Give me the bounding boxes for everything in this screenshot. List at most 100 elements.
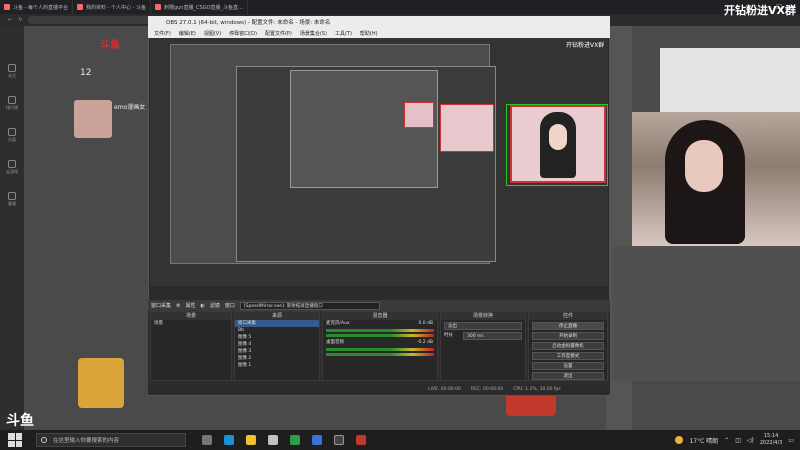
obs-menu-bar: 文件(F) 编辑(E) 视图(V) 停靠窗口(D) 配置文件(P) 场景集合(S… xyxy=(148,28,610,38)
streamer-name[interactable]: emo漫画女 xyxy=(114,102,145,111)
menu-docks[interactable]: 停靠窗口(D) xyxy=(229,30,257,37)
transition-type-select[interactable]: 淡出 xyxy=(444,322,522,330)
selected-source-label: 窗口采集 xyxy=(151,303,172,309)
app-icon[interactable] xyxy=(268,435,278,445)
source-toolbar: 窗口采集 ⚙ 属性 ◐ 滤镜 窗口 [SpeedMirror.exe]: 影射拓… xyxy=(148,300,610,311)
gear-icon[interactable]: ⚙ xyxy=(176,303,180,309)
rec-timer: REC: 00:00:00 xyxy=(470,386,504,392)
source-item[interactable]: 图像 1 xyxy=(235,362,319,369)
folder-icon[interactable] xyxy=(246,435,256,445)
filters-button[interactable]: 滤镜 xyxy=(210,302,220,309)
weather-sun-icon xyxy=(675,436,684,444)
source-item[interactable]: 图像 2 xyxy=(235,355,319,362)
clock-date: 2022/4/3 xyxy=(759,440,783,446)
heart-icon xyxy=(8,64,16,72)
obs-icon[interactable] xyxy=(334,435,344,445)
grid-icon xyxy=(8,128,16,136)
scene-item[interactable]: 场景 xyxy=(151,320,231,327)
rail-item-rank[interactable]: 排行榜 xyxy=(4,96,20,111)
douyu-favicon-icon xyxy=(154,4,161,10)
preview-status xyxy=(150,286,608,295)
volume-meter xyxy=(326,348,434,351)
cpu-fps: CPU: 1.2%, 30.00 fps xyxy=(513,386,561,392)
edge-icon[interactable] xyxy=(224,435,234,445)
left-rail: 关注 排行榜 分类 云游戏 客服 xyxy=(0,26,24,430)
obs-docks: 场景 场景 来源 窗口采集 Bb 图像 5 图像 4 图像 3 图像 2 图像 … xyxy=(148,311,610,385)
chat-panel xyxy=(612,246,800,381)
system-tray: 17°C 晴朗 ⌃ ◫ ◁) 15:14 2022/4/3 ▭ xyxy=(675,430,794,450)
menu-file[interactable]: 文件(F) xyxy=(154,30,171,37)
obs-title-bar: OBS 27.0.1 (64-bit, windows) - 配置文件: 未命名… xyxy=(148,16,610,28)
refresh-icon[interactable]: ↻ xyxy=(18,17,22,23)
mixer-header: 混音器 xyxy=(323,312,437,320)
browser-tab[interactable]: 斗鱼 - 每个人的直播平台 xyxy=(0,0,73,14)
exit-button[interactable]: 退出 xyxy=(532,372,604,380)
volume-meter xyxy=(326,329,434,332)
streamer-avatar[interactable] xyxy=(74,100,112,138)
app-icon[interactable] xyxy=(312,435,322,445)
filter-icon[interactable]: ◐ xyxy=(201,303,205,309)
menu-scene-collection[interactable]: 场景集合(S) xyxy=(300,30,327,37)
douyu-watermark-logo: 斗鱼 xyxy=(6,413,34,429)
taskbar-search[interactable]: 在这里输入你要搜索的内容 xyxy=(36,433,186,447)
controls-dock: 控件 停止直播 开始录制 启动虚拟摄像机 工作室模式 设置 退出 xyxy=(528,311,608,381)
webcam-face xyxy=(685,140,723,192)
douyu-favicon-icon xyxy=(4,4,10,10)
studio-mode-button[interactable]: 工作室模式 xyxy=(532,352,604,360)
volume-meter xyxy=(326,334,434,337)
browser-tab[interactable]: 我的资料 - 个人中心 - 斗鱼 xyxy=(73,0,151,14)
window-label: 窗口 xyxy=(224,303,235,309)
source-item[interactable]: 图像 3 xyxy=(235,348,319,355)
volume-icon[interactable]: ◁) xyxy=(747,437,754,444)
follow-count: 12 xyxy=(80,68,92,78)
menu-edit[interactable]: 编辑(E) xyxy=(179,30,196,37)
sources-dock: 来源 窗口采集 Bb 图像 5 图像 4 图像 3 图像 2 图像 1 xyxy=(234,311,320,381)
search-placeholder: 在这里输入你要搜索的内容 xyxy=(53,438,120,444)
menu-view[interactable]: 视图(V) xyxy=(204,30,221,37)
source-item[interactable]: 图像 5 xyxy=(235,334,319,341)
rail-item-follow[interactable]: 关注 xyxy=(4,64,20,79)
notification-icon[interactable]: ▭ xyxy=(788,437,794,444)
weather-text[interactable]: 17°C 晴朗 xyxy=(689,436,718,445)
rail-item-category[interactable]: 分类 xyxy=(4,128,20,143)
network-icon[interactable]: ◫ xyxy=(735,437,741,444)
chevron-up-icon[interactable]: ⌃ xyxy=(724,437,729,444)
clock-time: 15:14 xyxy=(763,433,779,439)
controls-header: 控件 xyxy=(529,312,607,320)
obs-status-bar: LIVE: 00:00:00 REC: 00:00:00 CPU: 1.2%, … xyxy=(148,384,610,394)
menu-help[interactable]: 帮助(H) xyxy=(360,30,378,37)
windows-start-icon[interactable] xyxy=(8,433,22,447)
menu-tools[interactable]: 工具(T) xyxy=(335,30,352,37)
rail-item-service[interactable]: 客服 xyxy=(4,192,20,207)
duration-input[interactable]: 300 ms xyxy=(463,332,522,340)
app-icon[interactable] xyxy=(290,435,300,445)
promo-badge[interactable] xyxy=(78,358,124,408)
task-view-icon[interactable] xyxy=(202,435,212,445)
rail-item-cloud-game[interactable]: 云游戏 xyxy=(4,160,20,175)
settings-button[interactable]: 设置 xyxy=(532,362,604,370)
app-icon[interactable] xyxy=(356,435,366,445)
recursive-capture xyxy=(290,70,438,188)
taskbar-apps xyxy=(202,435,366,445)
scenes-header: 场景 xyxy=(151,312,231,320)
source-item[interactable]: 图像 4 xyxy=(235,341,319,348)
virtual-camera-button[interactable]: 启动虚拟摄像机 xyxy=(532,342,604,350)
properties-button[interactable]: 属性 xyxy=(186,302,196,309)
headset-icon xyxy=(8,192,16,200)
screen: { "browser": { "tabs": [ {"label": "斗鱼 -… xyxy=(0,0,800,450)
clock[interactable]: 15:14 2022/4/3 xyxy=(760,433,782,447)
source-item[interactable]: Bb xyxy=(235,327,319,334)
start-recording-button[interactable]: 开始录制 xyxy=(532,332,604,340)
back-icon[interactable]: ← xyxy=(8,17,12,23)
live-timer: LIVE: 00:00:00 xyxy=(428,386,461,392)
window-select[interactable]: [SpeedMirror.exe]: 影射拓屏直播窗口 xyxy=(239,301,380,310)
douyu-logo[interactable]: 斗鱼 xyxy=(100,36,120,51)
source-item[interactable]: 窗口采集 xyxy=(235,320,319,327)
stop-streaming-button[interactable]: 停止直播 xyxy=(532,322,604,330)
decorative-overlay xyxy=(660,48,800,112)
overlay-text: 开钻粉进VX群 xyxy=(566,42,605,49)
menu-profile[interactable]: 配置文件(P) xyxy=(265,30,292,37)
browser-tab[interactable]: 刺猬gun直播_CSGO直播_斗鱼直... xyxy=(151,0,248,14)
selection-frame[interactable] xyxy=(506,104,608,186)
gamepad-icon xyxy=(8,160,16,168)
